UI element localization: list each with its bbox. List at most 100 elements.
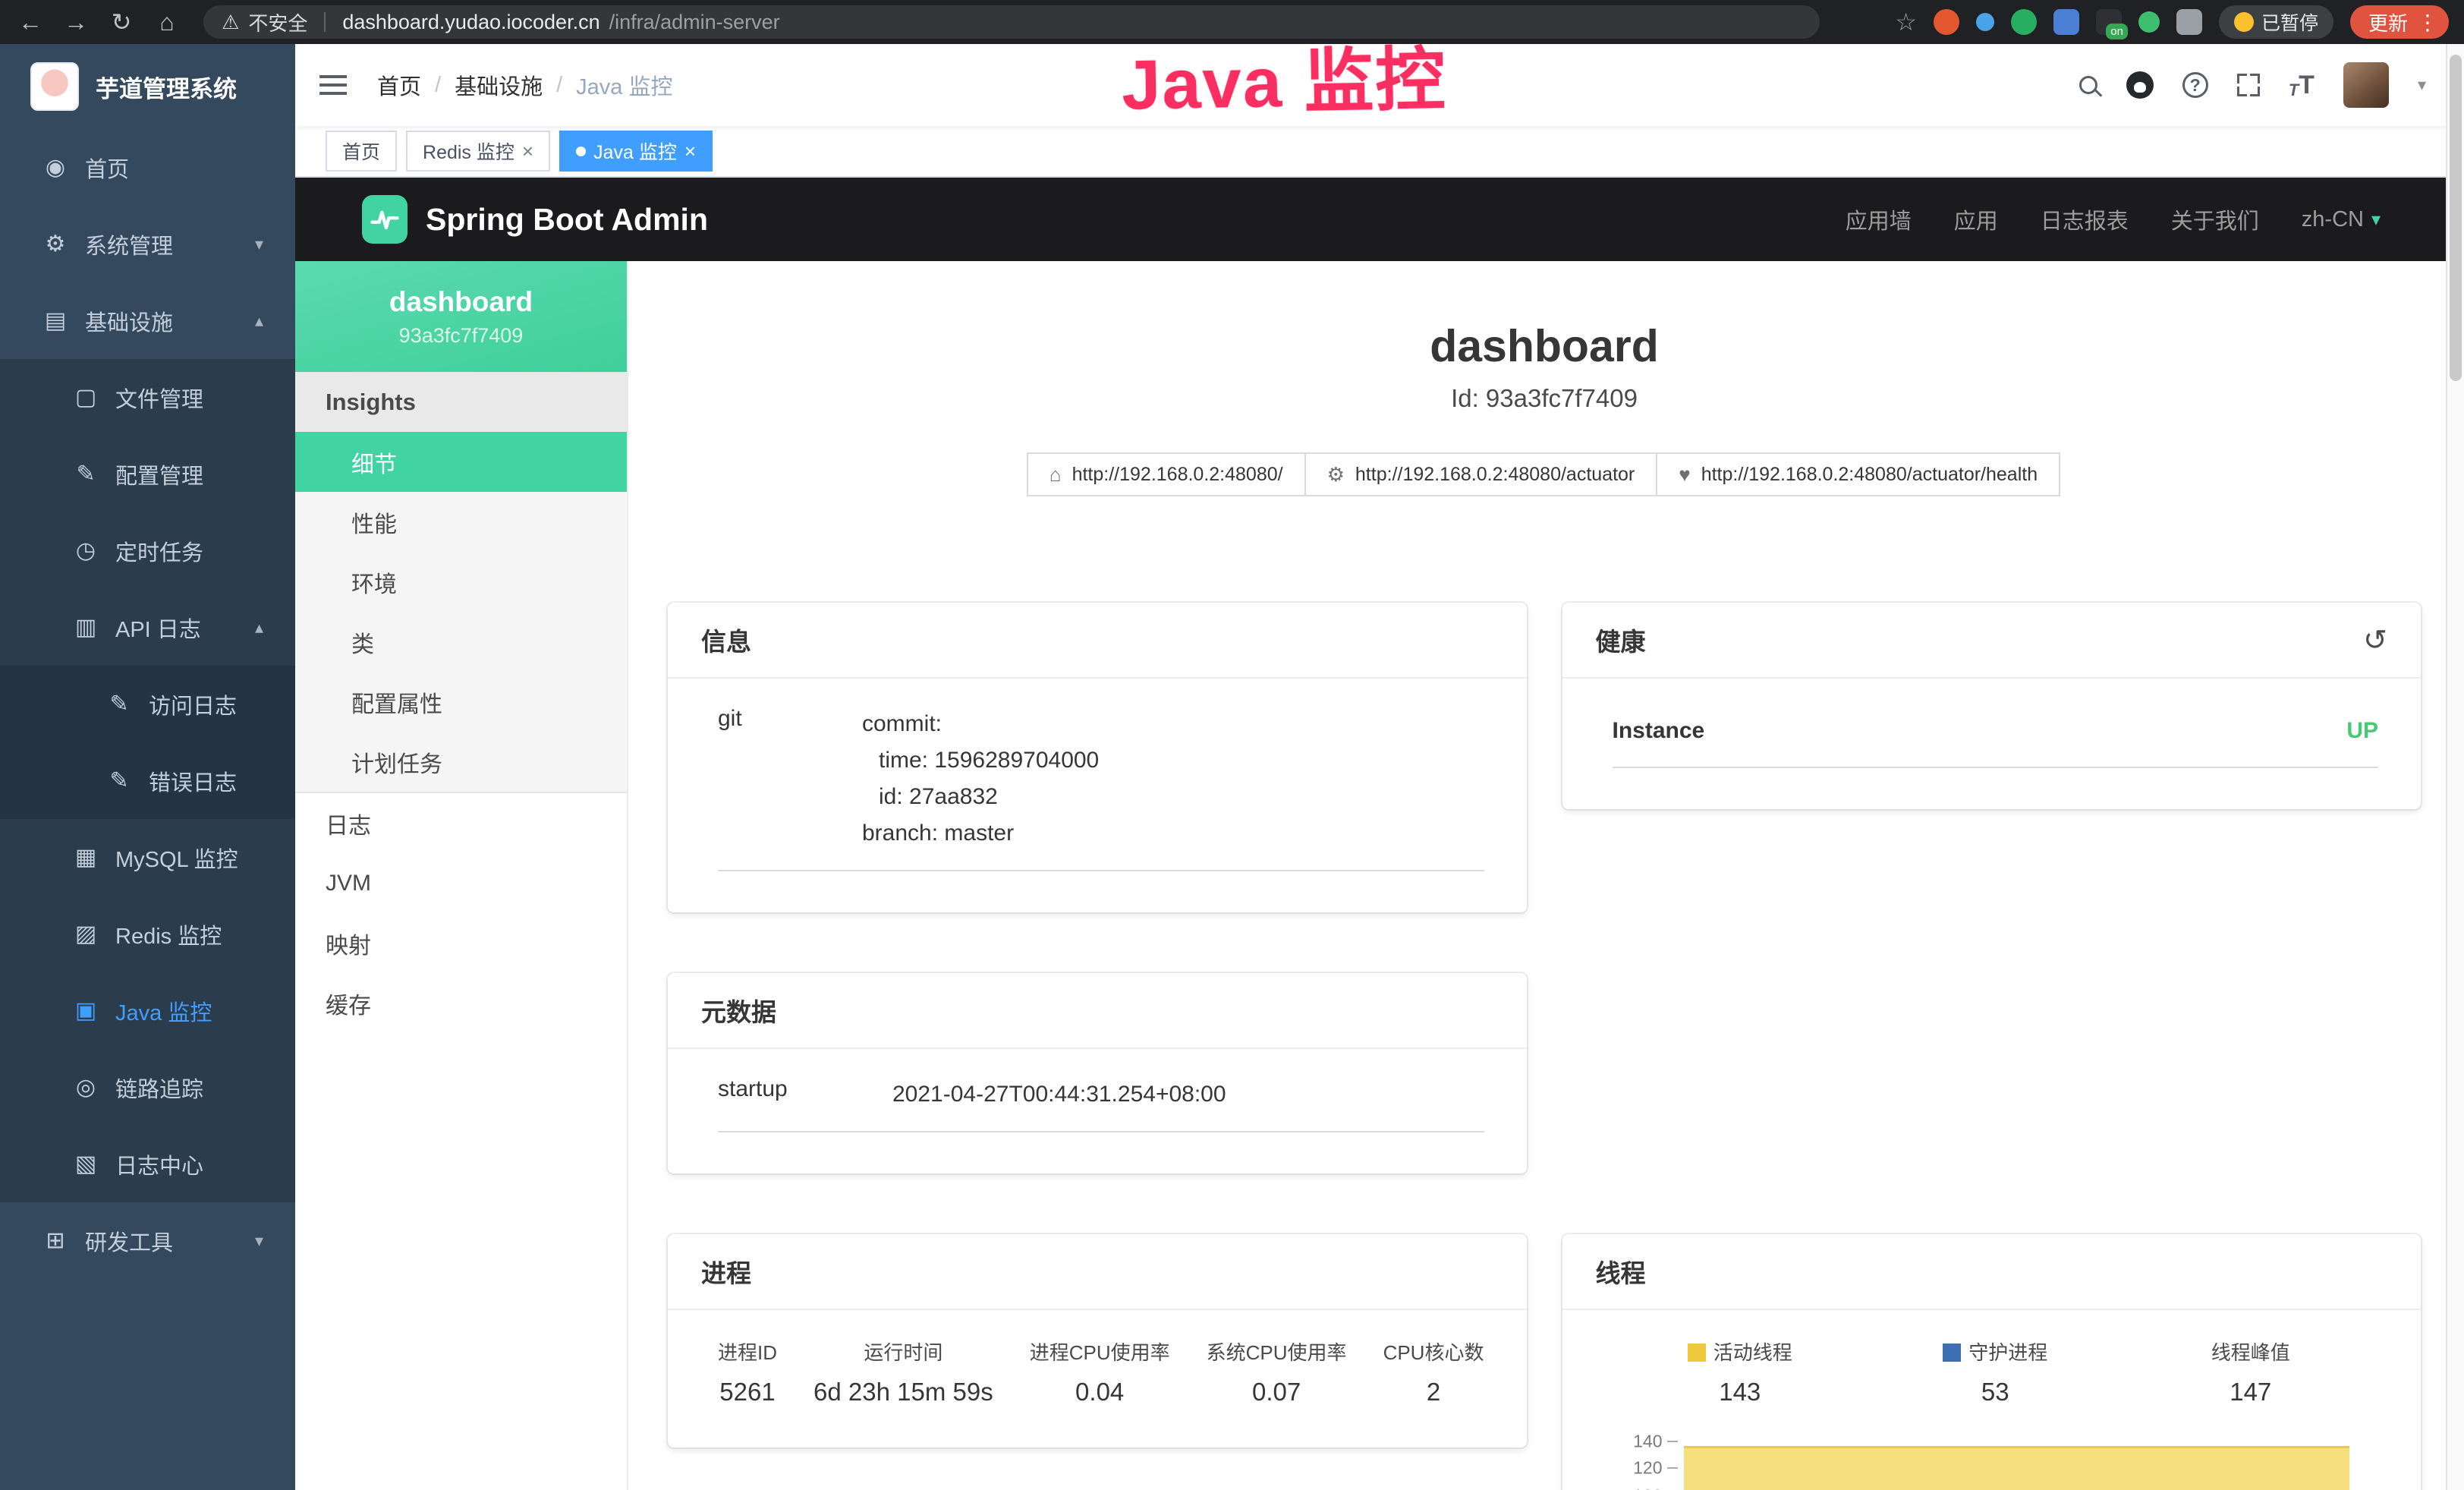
help-icon[interactable]: ? [2182,72,2208,98]
scrollbar-thumb[interactable] [2450,55,2462,381]
sidebar-item-infra[interactable]: ▤ 基础设施 ▴ [0,282,295,359]
health-instance-row: Instance UP [1613,706,2379,768]
extension-icon[interactable] [1934,9,1959,35]
extension-icon[interactable] [2011,9,2037,35]
error-log-icon: ✎ [106,767,132,794]
health-url-link[interactable]: ♥ http://192.168.0.2:48080/actuator/heal… [1656,452,2060,496]
forward-icon[interactable]: → [61,8,91,36]
extension-icon[interactable] [2053,9,2079,35]
tools-icon: ⊞ [42,1227,68,1254]
breadcrumb-current: Java 监控 [576,69,672,101]
home-icon[interactable]: ⌂ [152,8,182,36]
info-key: git [718,706,862,852]
close-icon[interactable]: × [522,140,533,163]
tab-redis-monitor[interactable]: Redis 监控 × [406,131,550,172]
address-bar[interactable]: ⚠ 不安全 dashboard.yudao.iocoder.cn /infra/… [203,5,1820,39]
info-value: commit: time: 1596289704000 id: 27aa832 … [862,706,1484,852]
infrastructure-icon: ▤ [42,307,68,334]
extensions-puzzle-icon[interactable] [2176,9,2202,35]
extension-icon[interactable] [2138,11,2160,33]
app-logo-row[interactable]: 芋道管理系统 [0,44,295,129]
reload-icon[interactable]: ↻ [106,8,137,36]
actuator-url-link[interactable]: ⚙ http://192.168.0.2:48080/actuator [1304,452,1658,496]
menu-section-insights: Insights [295,372,627,432]
sidebar-item-files[interactable]: ▢ 文件管理 [0,359,295,436]
threads-stats: 活动线程 143 守护进程 53 线程峰值 147 [1613,1337,2379,1407]
sidebar-item-jobs[interactable]: ◷ 定时任务 [0,512,295,589]
stat-process-cpu: 进程CPU使用率 0.04 [1030,1337,1170,1407]
nav-applications[interactable]: 应用 [1954,203,1998,235]
sidebar-item-home[interactable]: ◉ 首页 [0,129,295,206]
history-icon[interactable]: ↺ [2363,623,2387,657]
bookmark-star-icon[interactable]: ☆ [1895,8,1917,36]
menu-item-mappings[interactable]: 映射 [295,913,627,973]
breadcrumb: 首页 / 基础设施 / Java 监控 [377,69,672,101]
window-scrollbar[interactable] [2446,44,2464,1490]
sba-brand-title[interactable]: Spring Boot Admin [426,202,708,238]
service-url-link[interactable]: ⌂ http://192.168.0.2:48080/ [1027,452,1306,496]
sidebar-item-api-log[interactable]: ▥ API 日志 ▴ [0,589,295,666]
process-stats: 进程ID 5261 运行时间 6d 23h 15m 59s 进程CPU使用率 0… [718,1337,1484,1407]
nav-journal[interactable]: 日志报表 [2041,203,2129,235]
sidebar-item-access-log[interactable]: ✎ 访问日志 [0,666,295,742]
git-info-row: git commit: time: 1596289704000 id: 27aa… [718,706,1484,871]
menu-item-jvm[interactable]: JVM [295,853,627,913]
stat-live-threads: 活动线程 143 [1613,1337,1868,1407]
breadcrumb-home[interactable]: 首页 [377,69,421,101]
sidebar-item-redis[interactable]: ▨ Redis 监控 [0,896,295,972]
menu-item-logs[interactable]: 日志 [295,793,627,853]
sidebar-fold-icon[interactable] [319,83,347,87]
font-size-icon[interactable]: TT [2289,71,2315,100]
y-tick-120: 120 [1613,1458,1663,1479]
search-icon[interactable] [2079,76,2097,94]
log-icon: ▥ [73,614,99,641]
update-button[interactable]: 更新 ⋮ [2350,5,2449,39]
browser-actions: ☆ on 已暂停 更新 ⋮ [1895,5,2449,39]
extension-icon[interactable]: on [2096,9,2122,35]
threads-area-chart: 140 120 100 [1613,1426,2379,1490]
sidebar-item-tracing[interactable]: ◎ 链路追踪 [0,1049,295,1126]
admin-sidebar: 芋道管理系统 ◉ 首页 ⚙ 系统管理 ▾ ▤ 基础设施 ▴ ▢ 文件管理 ✎ 配… [0,44,295,1490]
nav-wallboard[interactable]: 应用墙 [1846,203,1912,235]
menu-item-caches[interactable]: 缓存 [295,973,627,1033]
sba-navbar: Spring Boot Admin 应用墙 应用 日志报表 关于我们 zh-CN… [295,178,2464,261]
heart-icon: ♥ [1679,463,1690,487]
locale-select[interactable]: zh-CN ▾ [2302,207,2381,232]
fullscreen-icon[interactable] [2237,74,2260,96]
sidebar-item-error-log[interactable]: ✎ 错误日志 [0,742,295,819]
paused-badge[interactable]: 已暂停 [2219,5,2333,39]
sidebar-item-devtools[interactable]: ⊞ 研发工具 ▾ [0,1202,295,1279]
tab-home[interactable]: 首页 [326,131,397,172]
kebab-menu-icon[interactable]: ⋮ [2417,10,2438,35]
close-icon[interactable]: × [684,140,696,163]
info-card-title: 信息 [668,603,1527,679]
menu-item-config-props[interactable]: 配置属性 [295,672,627,732]
tab-java-monitor[interactable]: Java 监控 × [559,131,713,172]
extension-icon[interactable] [1976,13,1994,31]
sidebar-item-java-monitor[interactable]: ▣ Java 监控 [0,972,295,1049]
sidebar-item-log-center[interactable]: ▧ 日志中心 [0,1126,295,1202]
nav-about[interactable]: 关于我们 [2171,203,2259,235]
sidebar-item-system[interactable]: ⚙ 系统管理 ▾ [0,206,295,282]
sba-sidebar: dashboard 93a3fc7f7409 Insights 细节 性能 环境… [295,261,628,1490]
url-path: /infra/admin-server [609,11,780,34]
menu-item-classes[interactable]: 类 [295,612,627,672]
log-center-icon: ▧ [73,1151,99,1177]
github-icon[interactable] [2126,71,2154,99]
menu-item-metrics[interactable]: 性能 [295,492,627,552]
redis-icon: ▨ [73,921,99,947]
stat-cpu-cores: CPU核心数 2 [1383,1337,1484,1407]
menu-item-scheduled-tasks[interactable]: 计划任务 [295,732,627,792]
cards-grid: 信息 git commit: time: 1596289704000 id: 2… [668,603,2421,1490]
sidebar-item-config[interactable]: ✎ 配置管理 [0,436,295,512]
security-label[interactable]: 不安全 [248,8,307,36]
avatar[interactable] [2343,62,2389,108]
page-title: dashboard [668,320,2421,372]
breadcrumb-infra[interactable]: 基础设施 [455,69,543,101]
back-icon[interactable]: ← [15,8,46,36]
menu-item-details[interactable]: 细节 [295,432,627,492]
sidebar-item-mysql[interactable]: ▦ MySQL 监控 [0,819,295,896]
mysql-icon: ▦ [73,844,99,871]
menu-item-environment[interactable]: 环境 [295,552,627,612]
caret-down-icon[interactable]: ▾ [2418,75,2426,95]
